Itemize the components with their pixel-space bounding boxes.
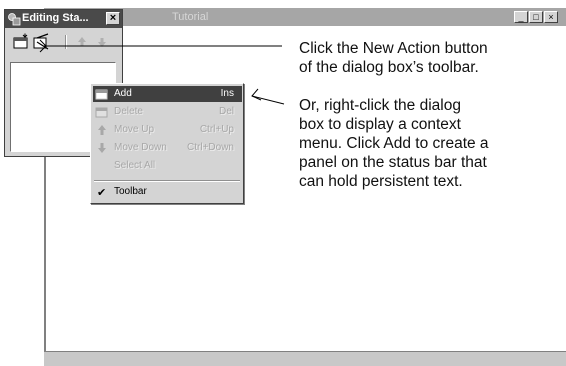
callout-line: Click the New Action button <box>299 40 488 57</box>
callout-line: of the dialog box’s toolbar. <box>299 59 479 76</box>
callout-new-action: Click the New Action button of the dialo… <box>299 39 488 77</box>
callout-context-menu: Or, right-click the dialog box to displa… <box>299 96 489 191</box>
callout-line: can hold persistent text. <box>299 173 463 190</box>
callout-line: box to display a context <box>299 116 461 133</box>
callout-line: menu. Click Add to create a <box>299 135 489 152</box>
callout-line: panel on the status bar that <box>299 154 487 171</box>
callout-line: Or, right-click the dialog <box>299 97 461 114</box>
